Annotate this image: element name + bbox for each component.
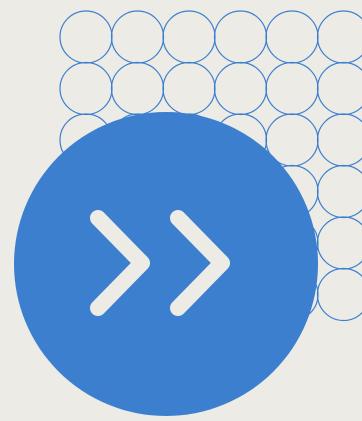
pattern-circle — [162, 10, 216, 64]
pattern-circle — [316, 113, 362, 167]
pattern-circle — [316, 267, 362, 322]
pattern-circle — [316, 10, 362, 64]
pattern-circle — [316, 164, 362, 219]
graphic-canvas — [0, 0, 362, 421]
pattern-circle — [110, 61, 165, 116]
pattern-circle — [162, 61, 216, 116]
pattern-circle — [110, 10, 165, 64]
pattern-circle — [213, 61, 268, 116]
pattern-circle — [265, 61, 319, 116]
graphic-artwork — [14, 10, 362, 416]
pattern-circle — [316, 216, 362, 270]
pattern-circle — [316, 61, 362, 116]
pattern-circle — [59, 61, 113, 116]
pattern-circle — [59, 10, 113, 64]
pattern-circle — [265, 10, 319, 64]
blue-disc — [14, 112, 318, 416]
pattern-circle — [213, 10, 268, 64]
